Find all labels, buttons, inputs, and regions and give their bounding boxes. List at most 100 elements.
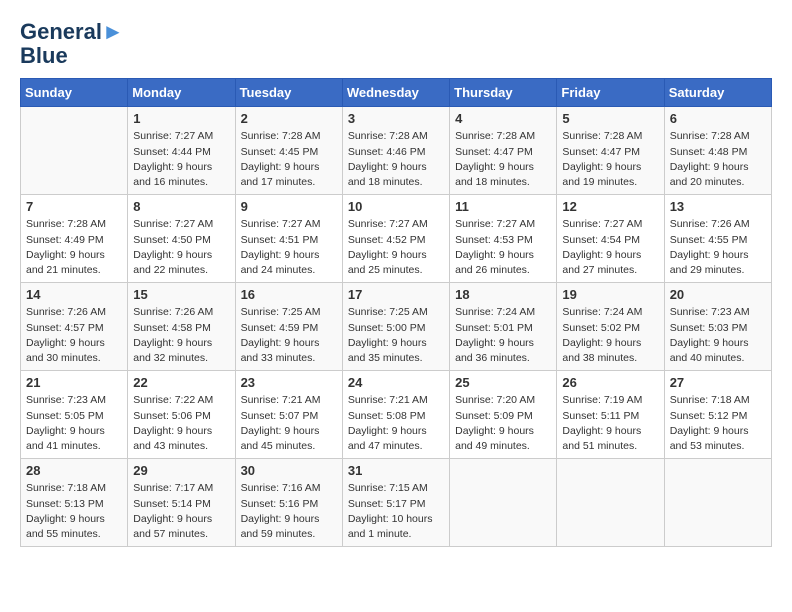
day-info: Sunrise: 7:26 AM Sunset: 4:57 PM Dayligh… [26, 305, 122, 366]
calendar-cell [664, 459, 771, 547]
weekday-header-wednesday: Wednesday [342, 79, 449, 107]
day-info: Sunrise: 7:27 AM Sunset: 4:44 PM Dayligh… [133, 129, 229, 190]
calendar-cell: 26 Sunrise: 7:19 AM Sunset: 5:11 PM Dayli… [557, 371, 664, 459]
calendar-cell: 23 Sunrise: 7:21 AM Sunset: 5:07 PM Dayli… [235, 371, 342, 459]
calendar-cell: 14Sunrise: 7:26 AM Sunset: 4:57 PM Dayli… [21, 283, 128, 371]
day-number: 18 [455, 287, 551, 302]
day-number: 22 [133, 375, 229, 390]
day-number: 9 [241, 199, 337, 214]
calendar-cell: 24 Sunrise: 7:21 AM Sunset: 5:08 PM Dayli… [342, 371, 449, 459]
calendar-cell: 11 Sunrise: 7:27 AM Sunset: 4:53 PM Dayli… [450, 195, 557, 283]
calendar-cell: 30 Sunrise: 7:16 AM Sunset: 5:16 PM Dayli… [235, 459, 342, 547]
day-info: Sunrise: 7:16 AM Sunset: 5:16 PM Dayligh… [241, 481, 337, 542]
logo: General►Blue [20, 20, 124, 68]
day-number: 21 [26, 375, 122, 390]
day-number: 26 [562, 375, 658, 390]
calendar-cell: 21 Sunrise: 7:23 AM Sunset: 5:05 PM Dayli… [21, 371, 128, 459]
calendar-cell: 8 Sunrise: 7:27 AM Sunset: 4:50 PM Daylig… [128, 195, 235, 283]
day-info: Sunrise: 7:20 AM Sunset: 5:09 PM Dayligh… [455, 393, 551, 454]
day-info: Sunrise: 7:23 AM Sunset: 5:03 PM Dayligh… [670, 305, 766, 366]
calendar-table: SundayMondayTuesdayWednesdayThursdayFrid… [20, 78, 772, 547]
calendar-cell: 12 Sunrise: 7:27 AM Sunset: 4:54 PM Dayli… [557, 195, 664, 283]
day-number: 1 [133, 111, 229, 126]
day-number: 2 [241, 111, 337, 126]
calendar-cell: 31Sunrise: 7:15 AM Sunset: 5:17 PM Dayli… [342, 459, 449, 547]
weekday-header-monday: Monday [128, 79, 235, 107]
calendar-cell: 19 Sunrise: 7:24 AM Sunset: 5:02 PM Dayli… [557, 283, 664, 371]
calendar-header-row: SundayMondayTuesdayWednesdayThursdayFrid… [21, 79, 772, 107]
day-number: 8 [133, 199, 229, 214]
day-info: Sunrise: 7:27 AM Sunset: 4:50 PM Dayligh… [133, 217, 229, 278]
day-info: Sunrise: 7:28 AM Sunset: 4:47 PM Dayligh… [455, 129, 551, 190]
calendar-week-3: 14Sunrise: 7:26 AM Sunset: 4:57 PM Dayli… [21, 283, 772, 371]
day-number: 25 [455, 375, 551, 390]
day-info: Sunrise: 7:28 AM Sunset: 4:49 PM Dayligh… [26, 217, 122, 278]
day-number: 5 [562, 111, 658, 126]
day-info: Sunrise: 7:24 AM Sunset: 5:01 PM Dayligh… [455, 305, 551, 366]
calendar-week-1: 1 Sunrise: 7:27 AM Sunset: 4:44 PM Daylig… [21, 107, 772, 195]
day-info: Sunrise: 7:21 AM Sunset: 5:07 PM Dayligh… [241, 393, 337, 454]
calendar-cell: 22 Sunrise: 7:22 AM Sunset: 5:06 PM Dayli… [128, 371, 235, 459]
day-number: 11 [455, 199, 551, 214]
day-info: Sunrise: 7:24 AM Sunset: 5:02 PM Dayligh… [562, 305, 658, 366]
day-info: Sunrise: 7:23 AM Sunset: 5:05 PM Dayligh… [26, 393, 122, 454]
calendar-cell: 18 Sunrise: 7:24 AM Sunset: 5:01 PM Dayli… [450, 283, 557, 371]
calendar-week-5: 28Sunrise: 7:18 AM Sunset: 5:13 PM Dayli… [21, 459, 772, 547]
day-info: Sunrise: 7:28 AM Sunset: 4:45 PM Dayligh… [241, 129, 337, 190]
day-number: 20 [670, 287, 766, 302]
day-info: Sunrise: 7:27 AM Sunset: 4:53 PM Dayligh… [455, 217, 551, 278]
calendar-cell: 4 Sunrise: 7:28 AM Sunset: 4:47 PM Daylig… [450, 107, 557, 195]
calendar-cell: 3Sunrise: 7:28 AM Sunset: 4:46 PM Daylig… [342, 107, 449, 195]
day-info: Sunrise: 7:21 AM Sunset: 5:08 PM Dayligh… [348, 393, 444, 454]
day-info: Sunrise: 7:22 AM Sunset: 5:06 PM Dayligh… [133, 393, 229, 454]
day-info: Sunrise: 7:28 AM Sunset: 4:47 PM Dayligh… [562, 129, 658, 190]
calendar-cell: 6 Sunrise: 7:28 AM Sunset: 4:48 PM Daylig… [664, 107, 771, 195]
weekday-header-tuesday: Tuesday [235, 79, 342, 107]
day-info: Sunrise: 7:19 AM Sunset: 5:11 PM Dayligh… [562, 393, 658, 454]
day-number: 19 [562, 287, 658, 302]
day-number: 17 [348, 287, 444, 302]
calendar-cell: 13Sunrise: 7:26 AM Sunset: 4:55 PM Dayli… [664, 195, 771, 283]
page-header: General►Blue [20, 20, 772, 68]
calendar-week-4: 21 Sunrise: 7:23 AM Sunset: 5:05 PM Dayli… [21, 371, 772, 459]
calendar-cell: 27 Sunrise: 7:18 AM Sunset: 5:12 PM Dayli… [664, 371, 771, 459]
calendar-cell: 28Sunrise: 7:18 AM Sunset: 5:13 PM Dayli… [21, 459, 128, 547]
day-number: 29 [133, 463, 229, 478]
calendar-cell [450, 459, 557, 547]
day-number: 12 [562, 199, 658, 214]
weekday-header-friday: Friday [557, 79, 664, 107]
calendar-cell: 5 Sunrise: 7:28 AM Sunset: 4:47 PM Daylig… [557, 107, 664, 195]
day-info: Sunrise: 7:18 AM Sunset: 5:12 PM Dayligh… [670, 393, 766, 454]
calendar-cell: 17 Sunrise: 7:25 AM Sunset: 5:00 PM Dayli… [342, 283, 449, 371]
day-number: 13 [670, 199, 766, 214]
day-number: 23 [241, 375, 337, 390]
day-info: Sunrise: 7:25 AM Sunset: 5:00 PM Dayligh… [348, 305, 444, 366]
calendar-cell: 7 Sunrise: 7:28 AM Sunset: 4:49 PM Daylig… [21, 195, 128, 283]
day-info: Sunrise: 7:28 AM Sunset: 4:48 PM Dayligh… [670, 129, 766, 190]
calendar-cell: 2 Sunrise: 7:28 AM Sunset: 4:45 PM Daylig… [235, 107, 342, 195]
day-number: 24 [348, 375, 444, 390]
day-number: 30 [241, 463, 337, 478]
calendar-cell [557, 459, 664, 547]
day-info: Sunrise: 7:27 AM Sunset: 4:52 PM Dayligh… [348, 217, 444, 278]
day-number: 27 [670, 375, 766, 390]
calendar-cell: 15Sunrise: 7:26 AM Sunset: 4:58 PM Dayli… [128, 283, 235, 371]
weekday-header-saturday: Saturday [664, 79, 771, 107]
calendar-cell [21, 107, 128, 195]
calendar-cell: 1 Sunrise: 7:27 AM Sunset: 4:44 PM Daylig… [128, 107, 235, 195]
day-info: Sunrise: 7:26 AM Sunset: 4:58 PM Dayligh… [133, 305, 229, 366]
day-info: Sunrise: 7:27 AM Sunset: 4:54 PM Dayligh… [562, 217, 658, 278]
day-number: 31 [348, 463, 444, 478]
calendar-cell: 29Sunrise: 7:17 AM Sunset: 5:14 PM Dayli… [128, 459, 235, 547]
weekday-header-thursday: Thursday [450, 79, 557, 107]
day-info: Sunrise: 7:28 AM Sunset: 4:46 PM Dayligh… [348, 129, 444, 190]
day-number: 10 [348, 199, 444, 214]
weekday-header-sunday: Sunday [21, 79, 128, 107]
calendar-week-2: 7 Sunrise: 7:28 AM Sunset: 4:49 PM Daylig… [21, 195, 772, 283]
day-number: 6 [670, 111, 766, 126]
day-info: Sunrise: 7:25 AM Sunset: 4:59 PM Dayligh… [241, 305, 337, 366]
day-number: 7 [26, 199, 122, 214]
day-number: 16 [241, 287, 337, 302]
day-number: 4 [455, 111, 551, 126]
calendar-cell: 9Sunrise: 7:27 AM Sunset: 4:51 PM Daylig… [235, 195, 342, 283]
